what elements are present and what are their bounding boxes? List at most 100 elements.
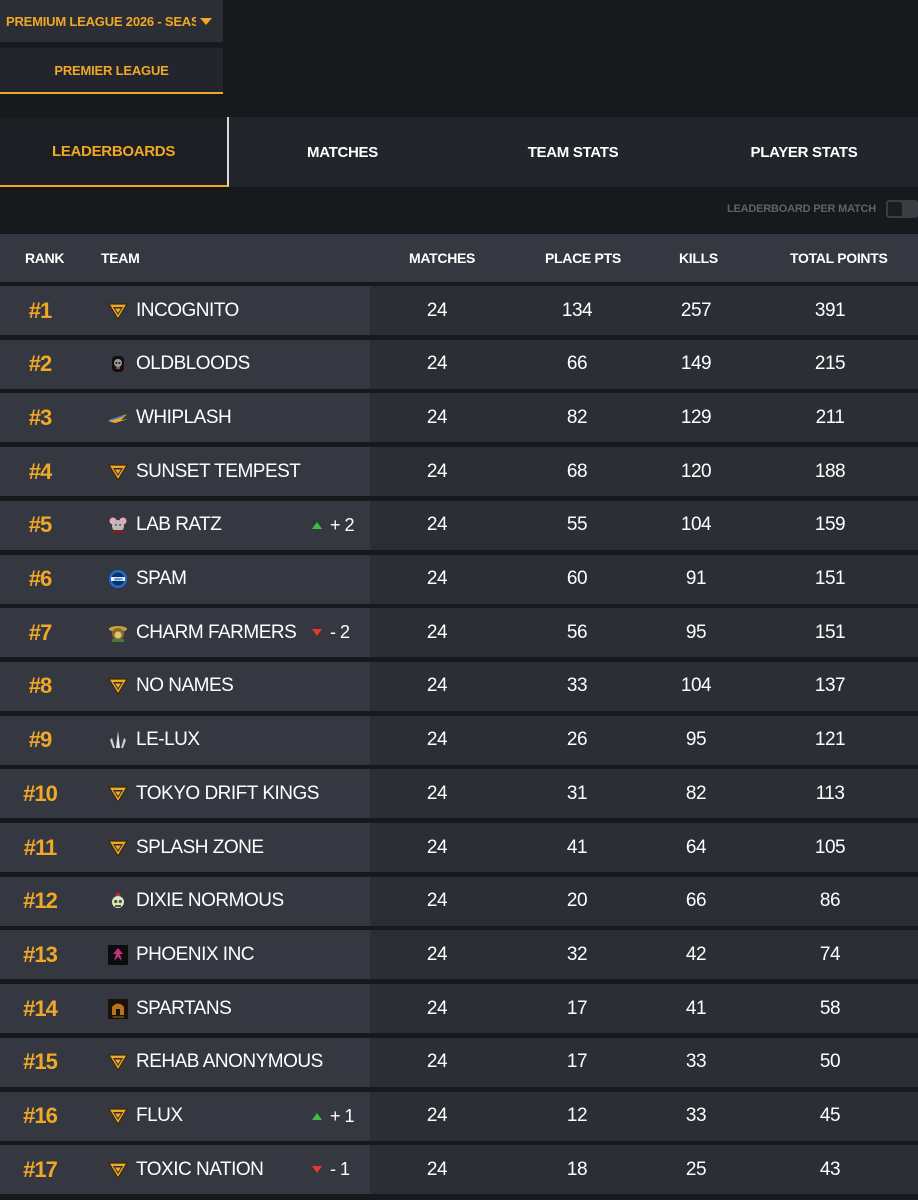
rank-value: #1: [28, 297, 52, 323]
total-points-value: 151: [814, 621, 846, 643]
table-row[interactable]: #1 INCOGNITO 24 134 257 391: [0, 286, 918, 335]
spartan-helmet-icon: SPARTANS: [107, 984, 129, 1033]
rank-value: #12: [23, 888, 58, 914]
matches-value: 24: [426, 621, 448, 643]
chevron-shield-icon: [107, 447, 129, 496]
header-kills[interactable]: KILLS: [679, 250, 718, 266]
league-tab-label: PREMIER LEAGUE: [54, 62, 169, 78]
team-name[interactable]: SPAM: [136, 555, 187, 604]
team-name[interactable]: SPLASH ZONE: [136, 823, 264, 872]
header-team[interactable]: TEAM: [101, 250, 140, 266]
team-name[interactable]: OLDBLOODS: [136, 340, 250, 389]
league-tab-premier[interactable]: PREMIER LEAGUE: [0, 48, 223, 94]
place-pts-value: 56: [566, 621, 588, 643]
rank-value: #7: [28, 619, 52, 645]
place-pts-value: 134: [561, 299, 593, 321]
leaderboard-table: RANK TEAM MATCHES PLACE PTS KILLS TOTAL …: [0, 234, 918, 1195]
place-pts-value: 41: [566, 836, 588, 858]
chevron-shield-icon: [107, 1145, 129, 1194]
toggle-knob: [888, 202, 902, 216]
tab-matches[interactable]: MATCHES: [229, 117, 456, 187]
table-row[interactable]: #16 FLUX + 1 24 12 33 45: [0, 1091, 918, 1141]
rank-value: #15: [23, 1049, 58, 1075]
tab-label: TEAM STATS: [527, 143, 619, 161]
total-points-value: 391: [814, 299, 846, 321]
team-name[interactable]: WHIPLASH: [136, 393, 232, 442]
table-row[interactable]: #17 TOXIC NATION - 1 24 18 25 43: [0, 1145, 918, 1195]
total-points-value: 211: [815, 406, 845, 428]
table-row[interactable]: #5 LAB RATZ + 2 24 55 104 159: [0, 500, 918, 550]
kills-value: 33: [685, 1105, 707, 1126]
table-row[interactable]: #6 SPAM SPAM 24 60 91 151: [0, 554, 918, 604]
kills-value: 66: [685, 890, 707, 912]
rank-value: #8: [28, 673, 52, 699]
total-points-value: 215: [814, 353, 846, 375]
team-name[interactable]: SPARTANS: [136, 984, 232, 1033]
total-points-value: 105: [814, 836, 846, 858]
total-points-value: 74: [819, 943, 841, 965]
rank-value: #4: [28, 458, 52, 484]
table-row[interactable]: #12 DIXIE NORMOUS 24 20 66 86: [0, 876, 918, 926]
table-row[interactable]: #11 SPLASH ZONE 24 41 64 105: [0, 823, 918, 872]
table-row[interactable]: #2 OLDBLOODS 24 66 149 215: [0, 339, 918, 389]
leaderboard-per-match-toggle[interactable]: [886, 200, 918, 218]
kills-value: 129: [680, 406, 712, 428]
team-name[interactable]: SUNSET TEMPEST: [136, 447, 301, 496]
total-points-value: 113: [815, 782, 845, 804]
team-name[interactable]: NO NAMES: [136, 662, 234, 711]
chevron-shield-icon: [107, 769, 129, 818]
kills-value: 149: [680, 353, 712, 375]
table-row[interactable]: #4 SUNSET TEMPEST 24 68 120 188: [0, 447, 918, 497]
header-place-pts[interactable]: PLACE PTS: [545, 250, 621, 266]
team-name[interactable]: DIXIE NORMOUS: [136, 877, 284, 926]
kills-value: 104: [680, 514, 712, 536]
table-row[interactable]: #7 CHARM FARMERS - 2 24 56 95 151: [0, 608, 918, 658]
matches-value: 24: [426, 890, 448, 912]
team-name[interactable]: CHARM FARMERS: [136, 608, 297, 657]
table-row[interactable]: #15 REHAB ANONYMOUS 24 17 33 50: [0, 1037, 918, 1087]
team-name[interactable]: INCOGNITO: [136, 286, 239, 335]
team-name[interactable]: LAB RATZ: [136, 501, 222, 550]
farmer-mascot-icon: [107, 608, 129, 657]
table-row[interactable]: #14 SPARTANS SPARTANS 24 17 41 58: [0, 984, 918, 1034]
rank-change-value: + 2: [330, 514, 355, 535]
header-rank[interactable]: RANK: [25, 250, 65, 266]
matches-value: 24: [426, 836, 448, 858]
table-row[interactable]: #9 LE-LUX 24 26 95 121: [0, 715, 918, 765]
table-row[interactable]: #10 TOKYO DRIFT KINGS 24 31 82 113: [0, 769, 918, 819]
matches-value: 24: [426, 675, 448, 697]
tab-player-stats[interactable]: PLAYER STATS: [690, 117, 918, 187]
place-pts-value: 55: [566, 514, 588, 536]
team-name[interactable]: FLUX: [136, 1092, 183, 1141]
team-name[interactable]: LE-LUX: [136, 716, 200, 765]
chevron-shield-icon: [107, 823, 129, 872]
tab-label: MATCHES: [307, 143, 378, 161]
total-points-value: 45: [819, 1105, 841, 1126]
main-tabs: LEADERBOARDS MATCHES TEAM STATS PLAYER S…: [0, 117, 918, 187]
team-name[interactable]: TOXIC NATION: [136, 1145, 264, 1194]
season-select[interactable]: PREMIUM LEAGUE 2026 - SEASO...: [0, 0, 223, 42]
table-row[interactable]: #13 PHOENIX INC 24 32 42 74: [0, 930, 918, 980]
place-pts-value: 32: [566, 943, 588, 965]
tab-team-stats[interactable]: TEAM STATS: [456, 117, 690, 187]
skull-green-icon: [107, 877, 129, 926]
total-points-value: 188: [814, 460, 846, 482]
matches-value: 24: [426, 1105, 448, 1126]
table-row[interactable]: #3 WHIPLASH 24 82 129 211: [0, 393, 918, 443]
arrow-down-icon: [312, 1166, 322, 1174]
header-total-points[interactable]: TOTAL POINTS: [790, 250, 888, 266]
phoenix-icon: [107, 930, 129, 979]
spam-circle-icon: SPAM: [107, 555, 129, 604]
place-pts-value: 31: [566, 782, 588, 804]
arrow-down-icon: [312, 629, 322, 637]
team-name[interactable]: REHAB ANONYMOUS: [136, 1038, 323, 1087]
team-name[interactable]: PHOENIX INC: [136, 930, 255, 979]
team-name[interactable]: TOKYO DRIFT KINGS: [136, 769, 319, 818]
table-row[interactable]: #8 NO NAMES 24 33 104 137: [0, 661, 918, 711]
chevron-shield-icon: [107, 1038, 129, 1087]
rank-value: #6: [28, 566, 52, 591]
header-matches[interactable]: MATCHES: [409, 250, 475, 266]
rank-value: #2: [28, 351, 52, 377]
rank-value: #5: [28, 512, 52, 538]
tab-leaderboards[interactable]: LEADERBOARDS: [0, 117, 229, 187]
